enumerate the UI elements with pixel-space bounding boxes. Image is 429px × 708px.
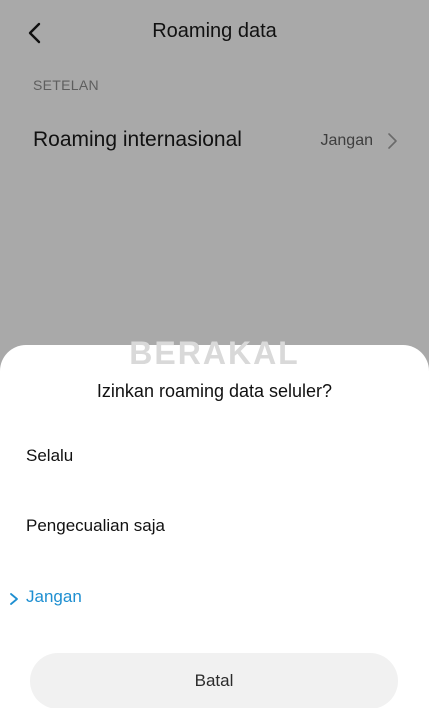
option-label: Pengecualian saja bbox=[26, 516, 165, 535]
header: Roaming data bbox=[0, 0, 429, 64]
chevron-right-icon bbox=[388, 133, 397, 149]
section-label: SETELAN bbox=[33, 77, 99, 93]
watermark: BERAKAL bbox=[129, 335, 300, 371]
option-never[interactable]: Jangan bbox=[0, 570, 429, 626]
option-always[interactable]: Selalu bbox=[0, 429, 429, 485]
option-exceptions-only[interactable]: Pengecualian saja bbox=[0, 499, 429, 555]
dialog-title: Izinkan roaming data seluler? bbox=[96, 381, 333, 401]
roaming-international-row[interactable]: Roaming internasional Jangan bbox=[0, 112, 429, 170]
chevron-right-selected-icon bbox=[10, 593, 18, 605]
roaming-options-sheet: BERAKAL Izinkan roaming data seluler? Se… bbox=[0, 335, 429, 708]
setting-value: Jangan bbox=[320, 132, 374, 149]
cancel-button[interactable]: Batal bbox=[30, 653, 398, 708]
option-label: Jangan bbox=[26, 587, 82, 606]
option-label: Selalu bbox=[26, 446, 74, 465]
setting-title: Roaming internasional bbox=[33, 128, 242, 151]
page-title: Roaming data bbox=[152, 20, 277, 42]
